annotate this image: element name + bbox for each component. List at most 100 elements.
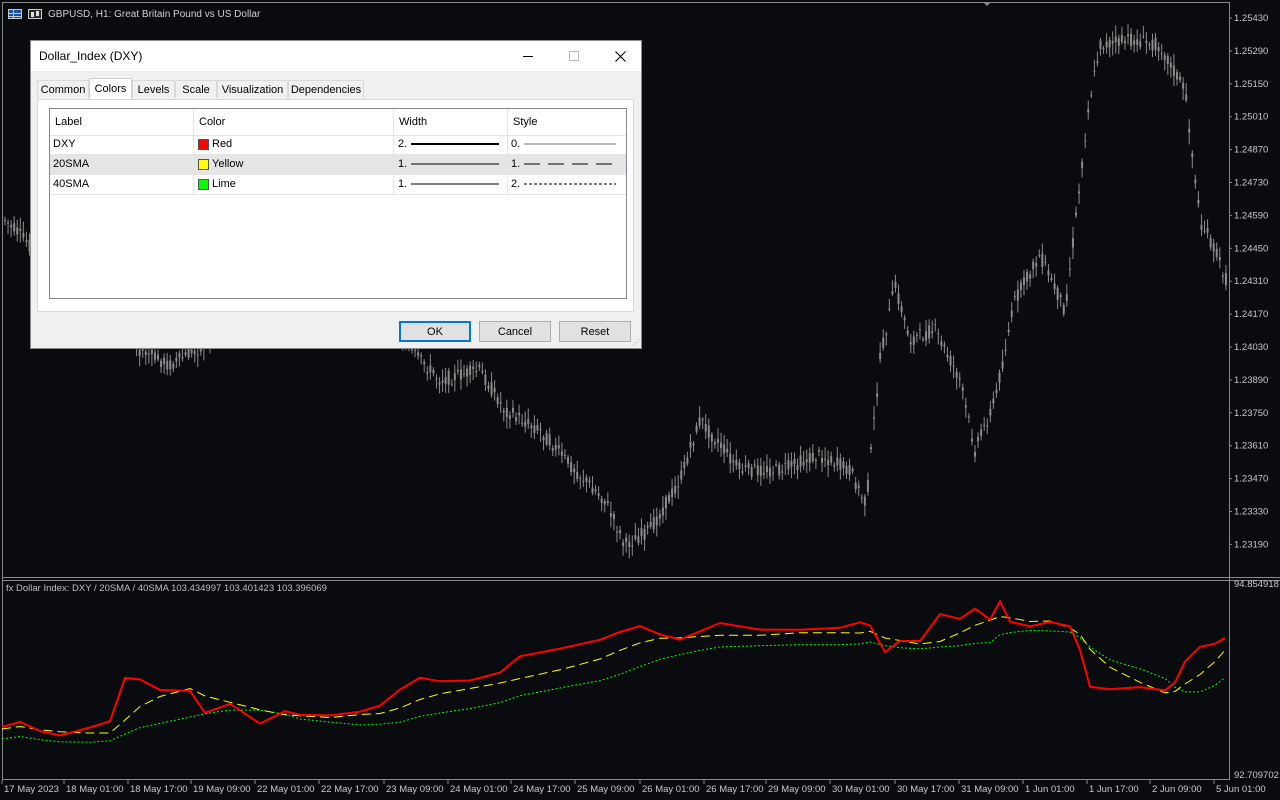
resize-grip-icon[interactable]: ⋰	[632, 339, 640, 347]
candle-body	[444, 377, 447, 384]
candle-body	[1019, 282, 1022, 290]
candle-body	[184, 352, 187, 355]
dialog-titlebar[interactable]: Dollar_Index (DXY)	[31, 41, 641, 71]
candle-body	[1188, 128, 1191, 133]
candle-body	[1197, 199, 1200, 204]
candle-body	[964, 405, 967, 408]
candle-body	[882, 337, 885, 348]
tab-common[interactable]: Common	[37, 80, 89, 98]
candle-body	[563, 454, 566, 456]
candle-body	[631, 545, 634, 547]
candle-body	[912, 336, 915, 345]
candle-body	[808, 453, 811, 464]
candle-body	[851, 468, 854, 472]
candle-body	[1203, 230, 1206, 232]
candle-body	[1117, 38, 1120, 46]
candle-body	[1142, 36, 1145, 38]
tab-dependencies[interactable]: Dependencies	[288, 80, 364, 98]
tab-visualization[interactable]: Visualization	[217, 80, 288, 98]
time-axis: 17 May 2023 18 May 01:00 18 May 17:00 19 Ma…	[1, 780, 1266, 795]
candle-body	[1163, 54, 1166, 60]
time-tick-label: 25 May 09:00	[577, 784, 635, 795]
dxy-line	[1, 599, 1226, 737]
color-cell[interactable]: Red	[194, 134, 394, 154]
candle-body	[778, 464, 781, 476]
candle-body	[582, 480, 585, 482]
candle-body	[1038, 255, 1041, 257]
table-row[interactable]: 40SMA Lime 1. 2.	[50, 174, 626, 195]
candle-body	[1065, 294, 1068, 302]
candle-body	[735, 460, 738, 466]
candle-body	[1169, 62, 1172, 68]
reset-button[interactable]: Reset	[559, 321, 631, 342]
tab-levels[interactable]: Levels	[132, 80, 175, 98]
sma40-line	[1, 629, 1226, 743]
candle-body	[934, 324, 937, 326]
tab-colors[interactable]: Colors	[89, 78, 132, 99]
candle-body	[925, 331, 928, 341]
candle-body	[860, 497, 863, 499]
candle-body	[603, 501, 606, 505]
candle-body	[175, 357, 178, 362]
header-style[interactable]: Style	[508, 109, 626, 135]
close-button[interactable]	[597, 41, 643, 71]
style-cell[interactable]: 2.	[508, 174, 626, 194]
tab-scale[interactable]: Scale	[175, 80, 217, 98]
table-row[interactable]: 20SMA Yellow 1. 1.	[50, 154, 626, 175]
candle-body	[857, 485, 860, 488]
style-cell[interactable]: 0.	[508, 134, 626, 154]
candle-body	[190, 349, 193, 354]
candle-body	[7, 222, 10, 224]
candle-body	[710, 434, 713, 442]
candle-body	[1221, 275, 1224, 277]
candle-body	[918, 329, 921, 331]
candle-body	[157, 354, 159, 360]
candle-body	[974, 451, 977, 457]
color-swatch	[198, 138, 209, 150]
width-cell[interactable]: 1.	[394, 154, 508, 174]
candle-body	[1084, 140, 1087, 142]
candle-body	[1160, 53, 1163, 55]
grid-header: Label Color Width Style	[50, 109, 626, 136]
candle-body	[928, 325, 931, 339]
color-cell[interactable]: Lime	[194, 174, 394, 194]
candle-body	[1133, 40, 1136, 45]
header-width[interactable]: Width	[394, 109, 508, 135]
candle-body	[646, 525, 649, 528]
candle-body	[845, 465, 848, 475]
candle-body	[961, 387, 964, 391]
table-row[interactable]: DXY Red 2. 0.	[50, 134, 626, 155]
header-color[interactable]: Color	[194, 109, 394, 135]
chart-type-icon[interactable]	[28, 9, 42, 19]
candle-body	[906, 330, 909, 335]
width-cell[interactable]: 2.	[394, 134, 508, 154]
candle-body	[759, 465, 762, 477]
candle-body	[833, 464, 836, 467]
price-tick-label: 1.23750	[1234, 408, 1268, 419]
candle-body	[796, 465, 799, 470]
market-watch-icon[interactable]	[8, 9, 22, 19]
candle-body	[478, 364, 481, 368]
candle-body	[729, 453, 732, 464]
color-cell[interactable]: Yellow	[194, 154, 394, 174]
row-label: 20SMA	[50, 154, 194, 174]
style-cell[interactable]: 1.	[508, 154, 626, 174]
candle-body	[1099, 40, 1102, 49]
candle-body	[854, 482, 857, 490]
price-tick-label: 1.24870	[1234, 145, 1268, 156]
candle-body	[903, 317, 906, 321]
candle-body	[649, 522, 652, 527]
width-cell[interactable]: 1.	[394, 174, 508, 194]
cancel-button[interactable]: Cancel	[479, 321, 551, 342]
candle-body	[166, 360, 169, 370]
candle-body	[570, 462, 573, 472]
candle-body	[671, 488, 674, 497]
candle-body	[686, 457, 689, 464]
minimize-button[interactable]	[505, 41, 551, 71]
candle-body	[866, 480, 869, 492]
candle-body	[762, 472, 765, 475]
candle-body	[573, 468, 576, 473]
candle-body	[13, 223, 16, 232]
header-label[interactable]: Label	[50, 109, 194, 135]
ok-button[interactable]: OK	[399, 321, 471, 342]
